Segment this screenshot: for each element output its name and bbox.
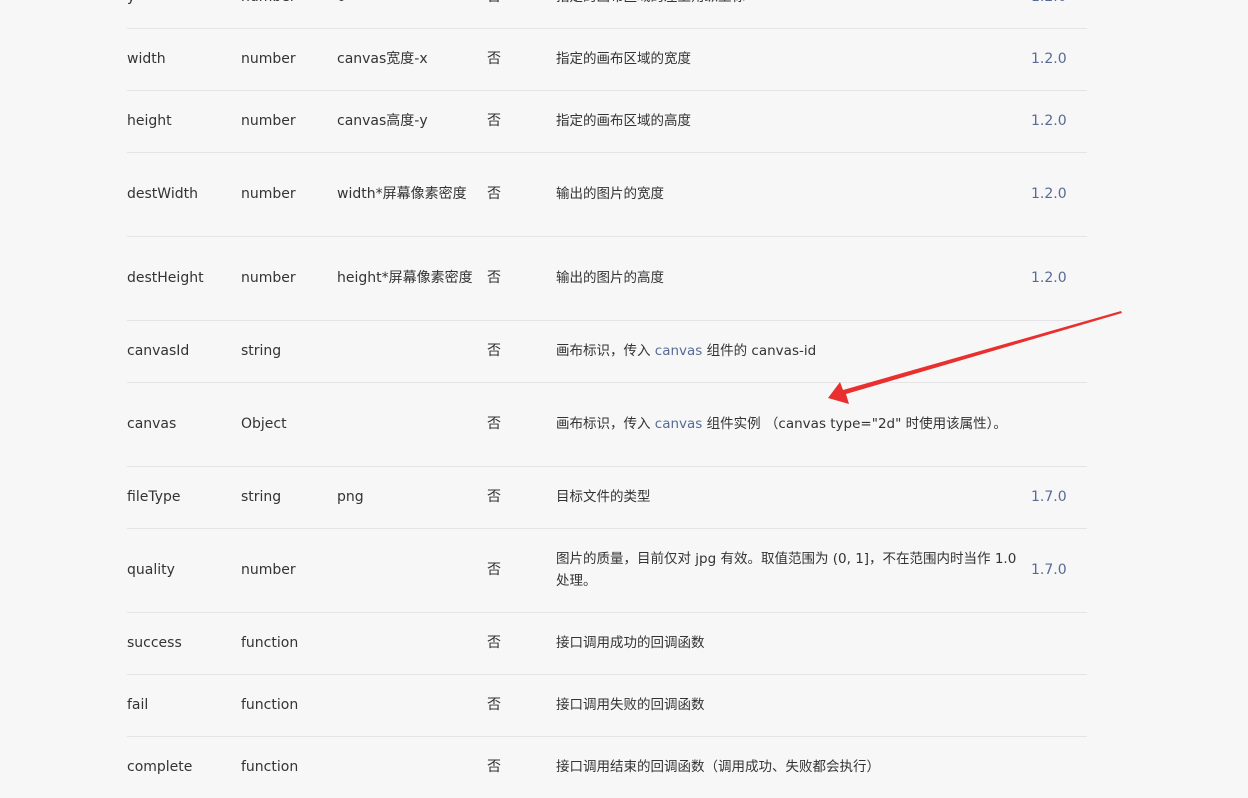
param-version: 1.2.0: [1031, 0, 1087, 29]
param-version: 1.2.0: [1031, 152, 1087, 237]
param-name: height: [127, 90, 241, 153]
param-required: 否: [487, 674, 556, 737]
param-type: number: [241, 28, 337, 91]
param-desc: 输出的图片的高度: [556, 236, 1031, 321]
param-desc: 画布标识，传入 canvas 组件实例 （canvas type="2d" 时使…: [556, 382, 1031, 467]
param-default: canvas宽度-x: [337, 28, 487, 91]
param-required: 否: [487, 236, 556, 321]
param-type: function: [241, 674, 337, 737]
param-desc: 指定的画布区域的高度: [556, 90, 1031, 153]
param-name: width: [127, 28, 241, 91]
param-desc: 目标文件的类型: [556, 466, 1031, 529]
param-version: 1.2.0: [1031, 28, 1087, 91]
param-desc: 指定的画布区域的宽度: [556, 28, 1031, 91]
param-type: number: [241, 152, 337, 237]
param-name: fail: [127, 674, 241, 737]
param-default: [337, 528, 487, 613]
param-type: string: [241, 466, 337, 529]
param-desc: 接口调用成功的回调函数: [556, 612, 1031, 675]
table-row: width number canvas宽度-x 否 指定的画布区域的宽度 1.2…: [127, 28, 1087, 91]
param-required: 否: [487, 90, 556, 153]
param-name: canvas: [127, 382, 241, 467]
param-desc: 图片的质量，目前仅对 jpg 有效。取值范围为 (0, 1]，不在范围内时当作 …: [556, 528, 1031, 613]
desc-text: 画布标识，传入: [556, 416, 655, 432]
param-required: 否: [487, 28, 556, 91]
param-default: width*屏幕像素密度: [337, 152, 487, 237]
param-type: string: [241, 320, 337, 383]
params-table: y number 0 否 指定的画布区域的左上角纵坐标 1.2.0 width …: [127, 0, 1087, 798]
table-row: quality number 否 图片的质量，目前仅对 jpg 有效。取值范围为…: [127, 528, 1087, 613]
param-version: 1.7.0: [1031, 528, 1087, 613]
param-required: 否: [487, 736, 556, 798]
param-name: canvasId: [127, 320, 241, 383]
param-type: number: [241, 90, 337, 153]
param-required: 否: [487, 320, 556, 383]
param-required: 否: [487, 0, 556, 29]
param-default: [337, 736, 487, 798]
canvas-link[interactable]: canvas: [655, 343, 703, 359]
table-row: destWidth number width*屏幕像素密度 否 输出的图片的宽度…: [127, 152, 1087, 237]
table-row: canvasId string 否 画布标识，传入 canvas 组件的 can…: [127, 320, 1087, 383]
param-type: Object: [241, 382, 337, 467]
param-name: quality: [127, 528, 241, 613]
param-type: number: [241, 236, 337, 321]
param-version: [1031, 612, 1087, 675]
table-row: fileType string png 否 目标文件的类型 1.7.0: [127, 466, 1087, 529]
param-required: 否: [487, 612, 556, 675]
param-version: [1031, 736, 1087, 798]
param-required: 否: [487, 382, 556, 467]
param-version: 1.2.0: [1031, 236, 1087, 321]
param-version: 1.7.0: [1031, 466, 1087, 529]
param-default: [337, 612, 487, 675]
desc-text: 组件实例 （canvas type="2d" 时使用该属性）。: [702, 416, 1007, 432]
param-desc: 接口调用失败的回调函数: [556, 674, 1031, 737]
param-desc: 接口调用结束的回调函数（调用成功、失败都会执行）: [556, 736, 1031, 798]
param-version: [1031, 674, 1087, 737]
param-default: [337, 674, 487, 737]
table-row: destHeight number height*屏幕像素密度 否 输出的图片的…: [127, 236, 1087, 321]
param-desc: 输出的图片的宽度: [556, 152, 1031, 237]
param-name: destHeight: [127, 236, 241, 321]
param-name: destWidth: [127, 152, 241, 237]
param-default: 0: [337, 0, 487, 29]
param-type: function: [241, 736, 337, 798]
param-name: success: [127, 612, 241, 675]
param-default: png: [337, 466, 487, 529]
table-row: complete function 否 接口调用结束的回调函数（调用成功、失败都…: [127, 736, 1087, 798]
param-default: canvas高度-y: [337, 90, 487, 153]
param-name: fileType: [127, 466, 241, 529]
param-type: number: [241, 0, 337, 29]
param-version: [1031, 320, 1087, 383]
doc-page: y number 0 否 指定的画布区域的左上角纵坐标 1.2.0 width …: [0, 0, 1248, 798]
table-row: success function 否 接口调用成功的回调函数: [127, 612, 1087, 675]
param-version: 1.2.0: [1031, 90, 1087, 153]
table-row: y number 0 否 指定的画布区域的左上角纵坐标 1.2.0: [127, 0, 1087, 29]
param-name: y: [127, 0, 241, 29]
desc-text: 画布标识，传入: [556, 343, 655, 359]
param-desc: 指定的画布区域的左上角纵坐标: [556, 0, 1031, 29]
desc-text: 组件的 canvas-id: [702, 343, 817, 359]
canvas-link[interactable]: canvas: [655, 416, 703, 432]
table-row: height number canvas高度-y 否 指定的画布区域的高度 1.…: [127, 90, 1087, 153]
param-name: complete: [127, 736, 241, 798]
param-desc: 画布标识，传入 canvas 组件的 canvas-id: [556, 320, 1031, 383]
param-required: 否: [487, 528, 556, 613]
param-required: 否: [487, 152, 556, 237]
param-default: [337, 382, 487, 467]
param-type: function: [241, 612, 337, 675]
param-type: number: [241, 528, 337, 613]
table-row: canvas Object 否 画布标识，传入 canvas 组件实例 （can…: [127, 382, 1087, 467]
param-default: [337, 320, 487, 383]
param-required: 否: [487, 466, 556, 529]
param-version: [1031, 382, 1087, 467]
param-default: height*屏幕像素密度: [337, 236, 487, 321]
table-row: fail function 否 接口调用失败的回调函数: [127, 674, 1087, 737]
